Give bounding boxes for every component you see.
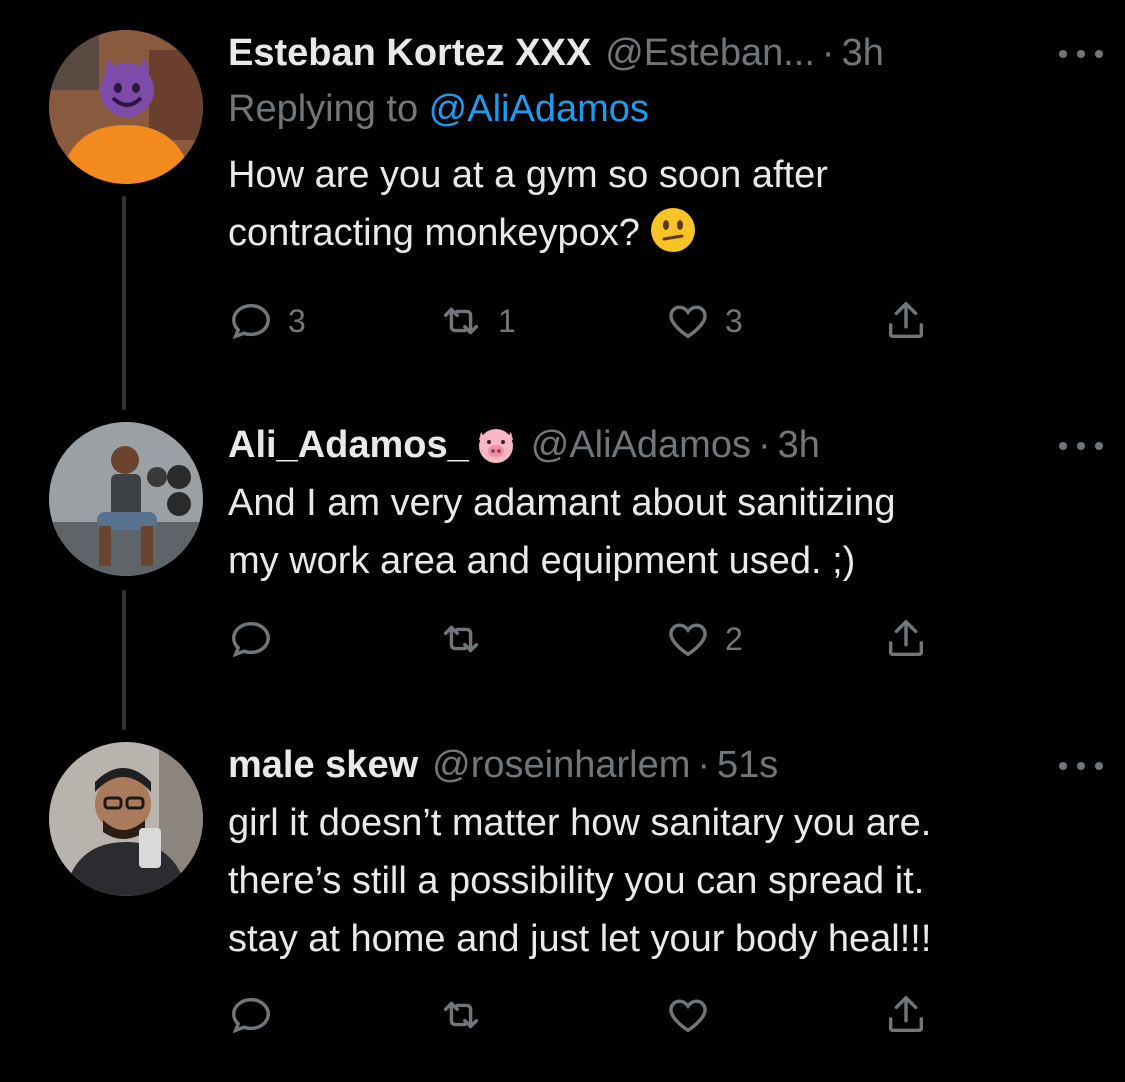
heart-icon bbox=[669, 999, 707, 1033]
retweet-count: 1 bbox=[498, 302, 516, 339]
reply-icon bbox=[232, 621, 270, 658]
timestamp[interactable]: 51s bbox=[717, 742, 778, 788]
display-name[interactable]: Ali_Adamos_ bbox=[228, 422, 469, 468]
timestamp[interactable]: 3h bbox=[842, 30, 884, 76]
share-icon bbox=[888, 302, 924, 339]
tweet-text-line: How are you at a gym so soon after bbox=[228, 154, 828, 196]
tweet-header: Ali_Adamos_ @AliAdamos · 3h bbox=[228, 422, 1085, 468]
tweet-header: Esteban Kortez XXX @Esteban... · 3h bbox=[228, 30, 1085, 76]
share-icon bbox=[888, 620, 924, 657]
tweet-text: How are you at a gym so soon after contr… bbox=[228, 146, 1085, 262]
heart-icon bbox=[669, 305, 707, 339]
share-button[interactable] bbox=[883, 298, 929, 344]
reply-button[interactable] bbox=[228, 992, 288, 1038]
reply-icon bbox=[232, 997, 270, 1034]
share-button[interactable] bbox=[883, 616, 929, 662]
pig-face-emoji-icon bbox=[478, 429, 513, 463]
replying-to-label: Replying to bbox=[228, 88, 429, 130]
avatar[interactable] bbox=[49, 742, 203, 896]
timestamp[interactable]: 3h bbox=[778, 422, 820, 468]
avatar[interactable] bbox=[49, 422, 203, 576]
separator-dot: · bbox=[697, 744, 711, 786]
mention-link[interactable]: @AliAdamos bbox=[429, 88, 649, 130]
tweet-text-line: girl it doesn’t matter how sanitary you … bbox=[228, 802, 932, 844]
heart-icon bbox=[669, 623, 707, 657]
tweet[interactable]: Ali_Adamos_ @AliAdamos · 3h And I am ver… bbox=[0, 422, 1125, 682]
reply-count: 3 bbox=[288, 302, 306, 339]
separator-dot: · bbox=[821, 32, 835, 74]
tweet-header: male skew @roseinharlem · 51s bbox=[228, 742, 1085, 788]
confused-face-emoji-icon bbox=[650, 208, 695, 252]
user-handle[interactable]: @AliAdamos bbox=[531, 422, 751, 468]
tweet-text-line: my work area and equipment used. ;) bbox=[228, 540, 856, 582]
share-button[interactable] bbox=[883, 992, 929, 1038]
tweet-text-line: contracting monkeypox? bbox=[228, 212, 640, 254]
tweet-text: girl it doesn’t matter how sanitary you … bbox=[228, 794, 1085, 968]
tweet[interactable]: Esteban Kortez XXX @Esteban... · 3h Repl… bbox=[0, 30, 1125, 360]
tweet-actions: 2 bbox=[228, 616, 948, 666]
reply-button[interactable] bbox=[228, 616, 288, 662]
reply-icon bbox=[232, 303, 270, 340]
like-button[interactable]: 3 bbox=[665, 298, 743, 344]
tweet[interactable]: male skew @roseinharlem · 51s girl it do… bbox=[0, 742, 1125, 1072]
tweet-actions: 3 1 3 bbox=[228, 298, 948, 348]
tweet-content: Esteban Kortez XXX @Esteban... · 3h Repl… bbox=[228, 30, 1085, 262]
user-handle[interactable]: @roseinharlem bbox=[432, 742, 690, 788]
retweet-button[interactable]: 1 bbox=[438, 298, 516, 344]
retweet-icon bbox=[443, 625, 479, 653]
more-options-icon[interactable] bbox=[1059, 48, 1103, 60]
display-name[interactable]: male skew bbox=[228, 742, 418, 788]
retweet-button[interactable] bbox=[438, 616, 498, 662]
display-name[interactable]: Esteban Kortez XXX bbox=[228, 30, 591, 76]
tweet-actions bbox=[228, 992, 948, 1042]
retweet-icon bbox=[443, 1001, 479, 1029]
share-icon bbox=[888, 996, 924, 1033]
tweet-content: Ali_Adamos_ @AliAdamos · 3h And I am ver… bbox=[228, 422, 1085, 590]
retweet-button[interactable] bbox=[438, 992, 498, 1038]
avatar[interactable] bbox=[49, 30, 203, 184]
like-count: 3 bbox=[725, 302, 743, 339]
like-button[interactable]: 2 bbox=[665, 616, 743, 662]
reply-button[interactable]: 3 bbox=[228, 298, 306, 344]
separator-dot: · bbox=[757, 424, 771, 466]
tweet-text-line: And I am very adamant about sanitizing bbox=[228, 482, 896, 524]
more-options-icon[interactable] bbox=[1059, 440, 1103, 452]
replying-to: Replying to @AliAdamos bbox=[228, 86, 1085, 132]
more-options-icon[interactable] bbox=[1059, 760, 1103, 772]
tweet-text: And I am very adamant about sanitizing m… bbox=[228, 474, 1085, 590]
like-button[interactable] bbox=[665, 992, 725, 1038]
user-handle[interactable]: @Esteban... bbox=[605, 30, 815, 76]
retweet-icon bbox=[443, 307, 479, 335]
tweet-text-line-with-emoji: contracting monkeypox? bbox=[228, 204, 1085, 262]
tweet-text-line: there’s still a possibility you can spre… bbox=[228, 860, 925, 902]
tweet-content: male skew @roseinharlem · 51s girl it do… bbox=[228, 742, 1085, 968]
tweet-text-line: stay at home and just let your body heal… bbox=[228, 918, 932, 960]
like-count: 2 bbox=[725, 620, 743, 657]
